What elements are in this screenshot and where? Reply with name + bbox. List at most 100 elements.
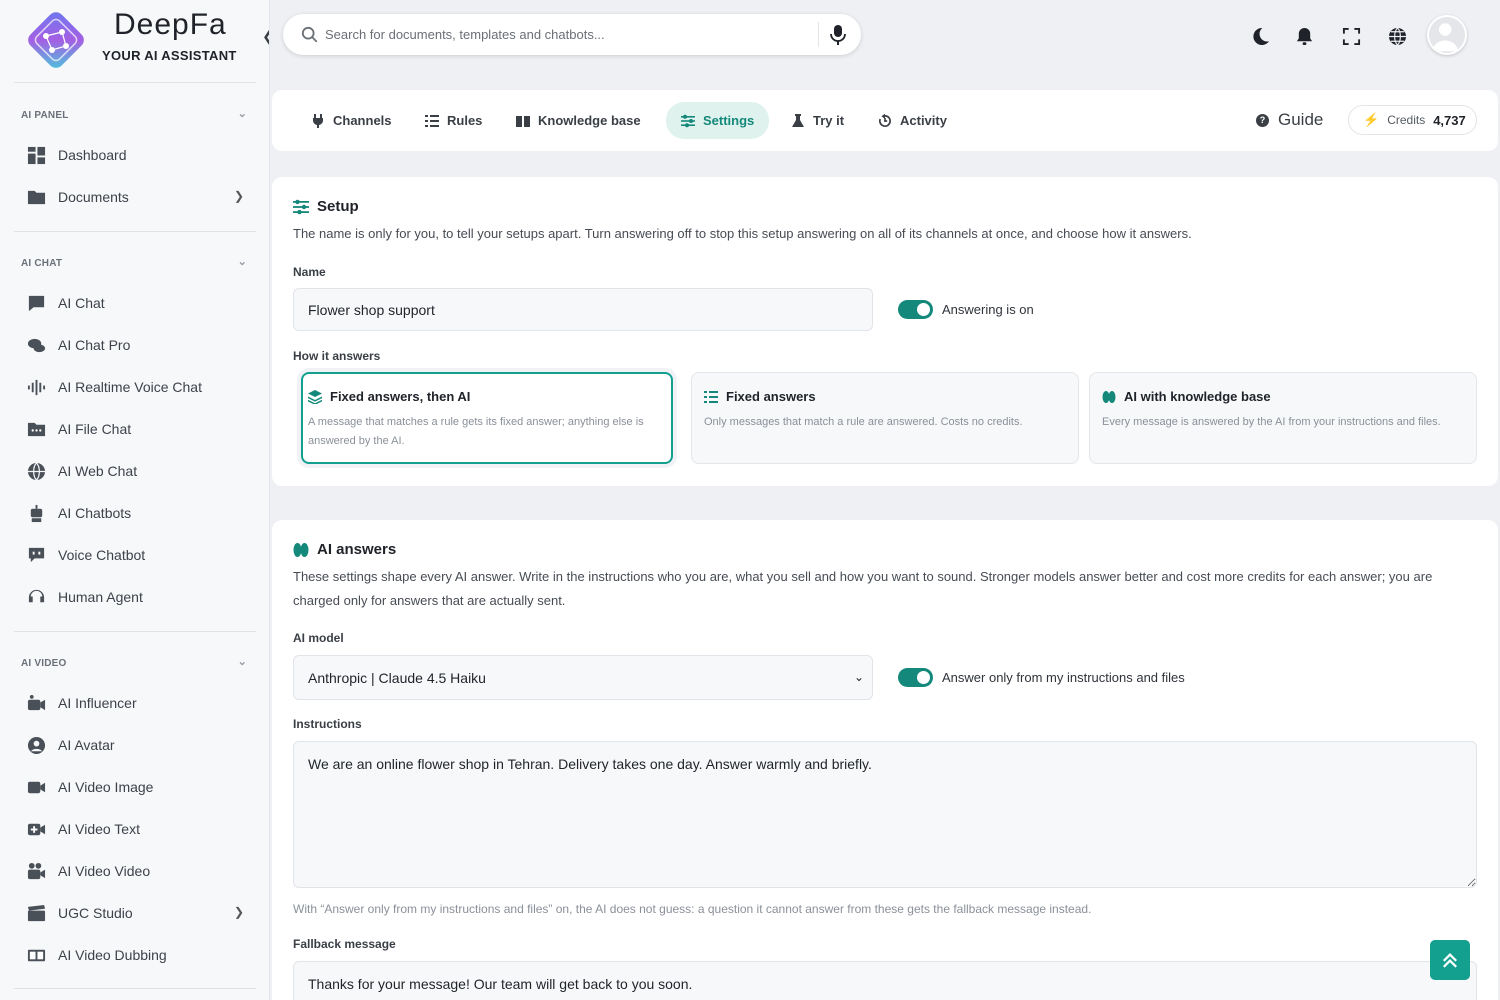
search-bar xyxy=(283,14,861,55)
tab-rules[interactable]: Rules xyxy=(410,102,497,139)
sidebar-item-label: Documents xyxy=(58,189,129,205)
brain-icon xyxy=(1102,390,1116,403)
scroll-to-top-button[interactable] xyxy=(1430,940,1470,980)
toggle-switch[interactable] xyxy=(898,300,933,319)
notifications-button[interactable] xyxy=(1293,25,1315,47)
only-files-toggle-label: Answer only from my instructions and fil… xyxy=(942,670,1185,685)
section-title-ai-chat[interactable]: AI CHAT ⌄ xyxy=(21,256,251,269)
sidebar-item-ai-video-video[interactable]: AI Video Video xyxy=(14,854,256,888)
chevron-down-icon: ⌄ xyxy=(853,670,864,684)
credits-label: Credits xyxy=(1387,113,1426,127)
sidebar-item-ai-video-image[interactable]: AI Video Image xyxy=(14,770,256,804)
sidebar-item-dashboard[interactable]: Dashboard xyxy=(14,138,256,172)
tab-knowledge-base[interactable]: Knowledge base xyxy=(501,102,656,139)
folder-icon xyxy=(24,185,48,209)
dashboard-icon xyxy=(24,143,48,167)
answering-toggle[interactable]: Answering is on xyxy=(898,300,1034,319)
brand-logo-icon xyxy=(28,12,84,68)
name-label: Name xyxy=(293,265,326,279)
sidebar-item-voice-chatbot[interactable]: Voice Chatbot xyxy=(14,538,256,572)
user-avatar[interactable] xyxy=(1427,15,1467,55)
sliders-icon xyxy=(293,199,309,214)
sidebar-collapse-button[interactable]: ❮ xyxy=(258,24,269,48)
sidebar-item-label: Voice Chatbot xyxy=(58,547,146,563)
chevrons-up-icon xyxy=(1443,953,1457,968)
brand-name: DeepFa xyxy=(114,8,227,41)
mode-fixed-answers[interactable]: Fixed answers Only messages that match a… xyxy=(691,372,1079,464)
fullscreen-icon xyxy=(1342,27,1360,45)
language-button[interactable] xyxy=(1386,25,1408,47)
mode-description: Every message is answered by the AI from… xyxy=(1102,416,1441,428)
globe-icon xyxy=(24,459,48,483)
sidebar-item-ai-web-chat[interactable]: AI Web Chat xyxy=(14,454,256,488)
guide-label: Guide xyxy=(1278,110,1324,129)
ai-model-select[interactable]: Anthropic | Claude 4.5 Haiku ⌄ xyxy=(293,655,873,700)
credits-badge[interactable]: ⚡ Credits 4,737 xyxy=(1348,105,1477,135)
flask-icon xyxy=(792,113,804,127)
chevron-down-icon: ⌄ xyxy=(237,108,247,120)
ai-answers-title-text: AI answers xyxy=(317,541,397,558)
only-files-toggle[interactable]: Answer only from my instructions and fil… xyxy=(898,668,1185,687)
sidebar-item-ai-video-text[interactable]: AI Video Text xyxy=(14,812,256,846)
avatar-icon xyxy=(24,733,48,757)
sidebar-item-ai-video-dubbing[interactable]: AI Video Dubbing xyxy=(14,938,256,972)
chevron-down-icon: ⌄ xyxy=(237,656,247,668)
mode-fixed-then-ai[interactable]: Fixed answers, then AI A message that ma… xyxy=(301,372,673,464)
tab-channels[interactable]: Channels xyxy=(296,102,407,139)
ai-answers-card: AI answers These settings shape every AI… xyxy=(272,520,1498,1000)
mode-title: Fixed answers xyxy=(704,389,816,404)
sidebar-item-ai-avatar[interactable]: AI Avatar xyxy=(14,728,256,762)
tab-try-it[interactable]: Try it xyxy=(776,102,859,139)
book-icon xyxy=(516,115,530,127)
list-check-icon xyxy=(425,114,439,127)
sidebar-item-label: AI Video Video xyxy=(58,863,151,879)
tab-label: Settings xyxy=(703,113,755,128)
sidebar-item-ai-chat[interactable]: AI Chat xyxy=(14,286,256,320)
clapper-icon xyxy=(24,901,48,925)
sidebar-item-documents[interactable]: Documents ❯ xyxy=(14,180,256,214)
section-title-label: AI PANEL xyxy=(21,110,69,121)
sidebar-item-ai-realtime-voice-chat[interactable]: AI Realtime Voice Chat xyxy=(14,370,256,404)
sidebar-item-label: Dashboard xyxy=(58,147,127,163)
dark-mode-toggle[interactable] xyxy=(1249,25,1271,47)
tab-label: Activity xyxy=(900,113,947,128)
fallback-label: Fallback message xyxy=(293,937,396,951)
sidebar-item-label: AI Chat xyxy=(58,295,105,311)
sidebar-item-ai-file-chat[interactable]: AI File Chat xyxy=(14,412,256,446)
instructions-textarea[interactable]: We are an online flower shop in Tehran. … xyxy=(293,741,1477,888)
brand[interactable]: DeepFa YOUR AI ASSISTANT xyxy=(20,4,260,74)
sidebar-item-label: AI Video Text xyxy=(58,821,140,837)
mode-title-text: Fixed answers xyxy=(726,389,816,404)
sidebar-item-ugc-studio[interactable]: UGC Studio ❯ xyxy=(14,896,256,930)
sidebar-item-ai-chat-pro[interactable]: AI Chat Pro xyxy=(14,328,256,362)
headset-icon xyxy=(24,585,48,609)
sidebar-item-label: UGC Studio xyxy=(58,905,133,921)
divider xyxy=(14,631,256,632)
toggle-switch[interactable] xyxy=(898,668,933,687)
section-title-ai-panel[interactable]: AI PANEL ⌄ xyxy=(21,108,251,121)
search-input[interactable] xyxy=(325,22,795,47)
chevron-right-icon: ❯ xyxy=(233,189,244,203)
guide-link[interactable]: ? Guide xyxy=(1256,110,1323,130)
tab-activity[interactable]: Activity xyxy=(863,102,962,139)
mode-title-text: Fixed answers, then AI xyxy=(330,389,471,404)
section-title-ai-video[interactable]: AI VIDEO ⌄ xyxy=(21,656,251,669)
mode-ai-knowledge-base[interactable]: AI with knowledge base Every message is … xyxy=(1089,372,1477,464)
sidebar-item-ai-influencer[interactable]: AI Influencer xyxy=(14,686,256,720)
file-folder-icon xyxy=(24,417,48,441)
name-input[interactable] xyxy=(293,288,873,331)
setup-card: Setup The name is only for you, to tell … xyxy=(272,177,1498,486)
sidebar-item-label: AI Realtime Voice Chat xyxy=(58,379,202,395)
plug-icon xyxy=(313,113,323,128)
tab-settings[interactable]: Settings xyxy=(666,102,770,139)
chevron-down-icon: ⌄ xyxy=(237,256,247,268)
tab-label: Rules xyxy=(447,113,483,128)
ai-model-label: AI model xyxy=(293,631,344,645)
dubbing-icon xyxy=(24,943,48,967)
sidebar-item-human-agent[interactable]: Human Agent xyxy=(14,580,256,614)
tab-label: Channels xyxy=(333,113,392,128)
fullscreen-button[interactable] xyxy=(1340,25,1362,47)
sidebar-item-ai-chatbots[interactable]: AI Chatbots xyxy=(14,496,256,530)
microphone-icon[interactable] xyxy=(830,25,846,45)
fallback-input[interactable] xyxy=(293,961,1477,1000)
